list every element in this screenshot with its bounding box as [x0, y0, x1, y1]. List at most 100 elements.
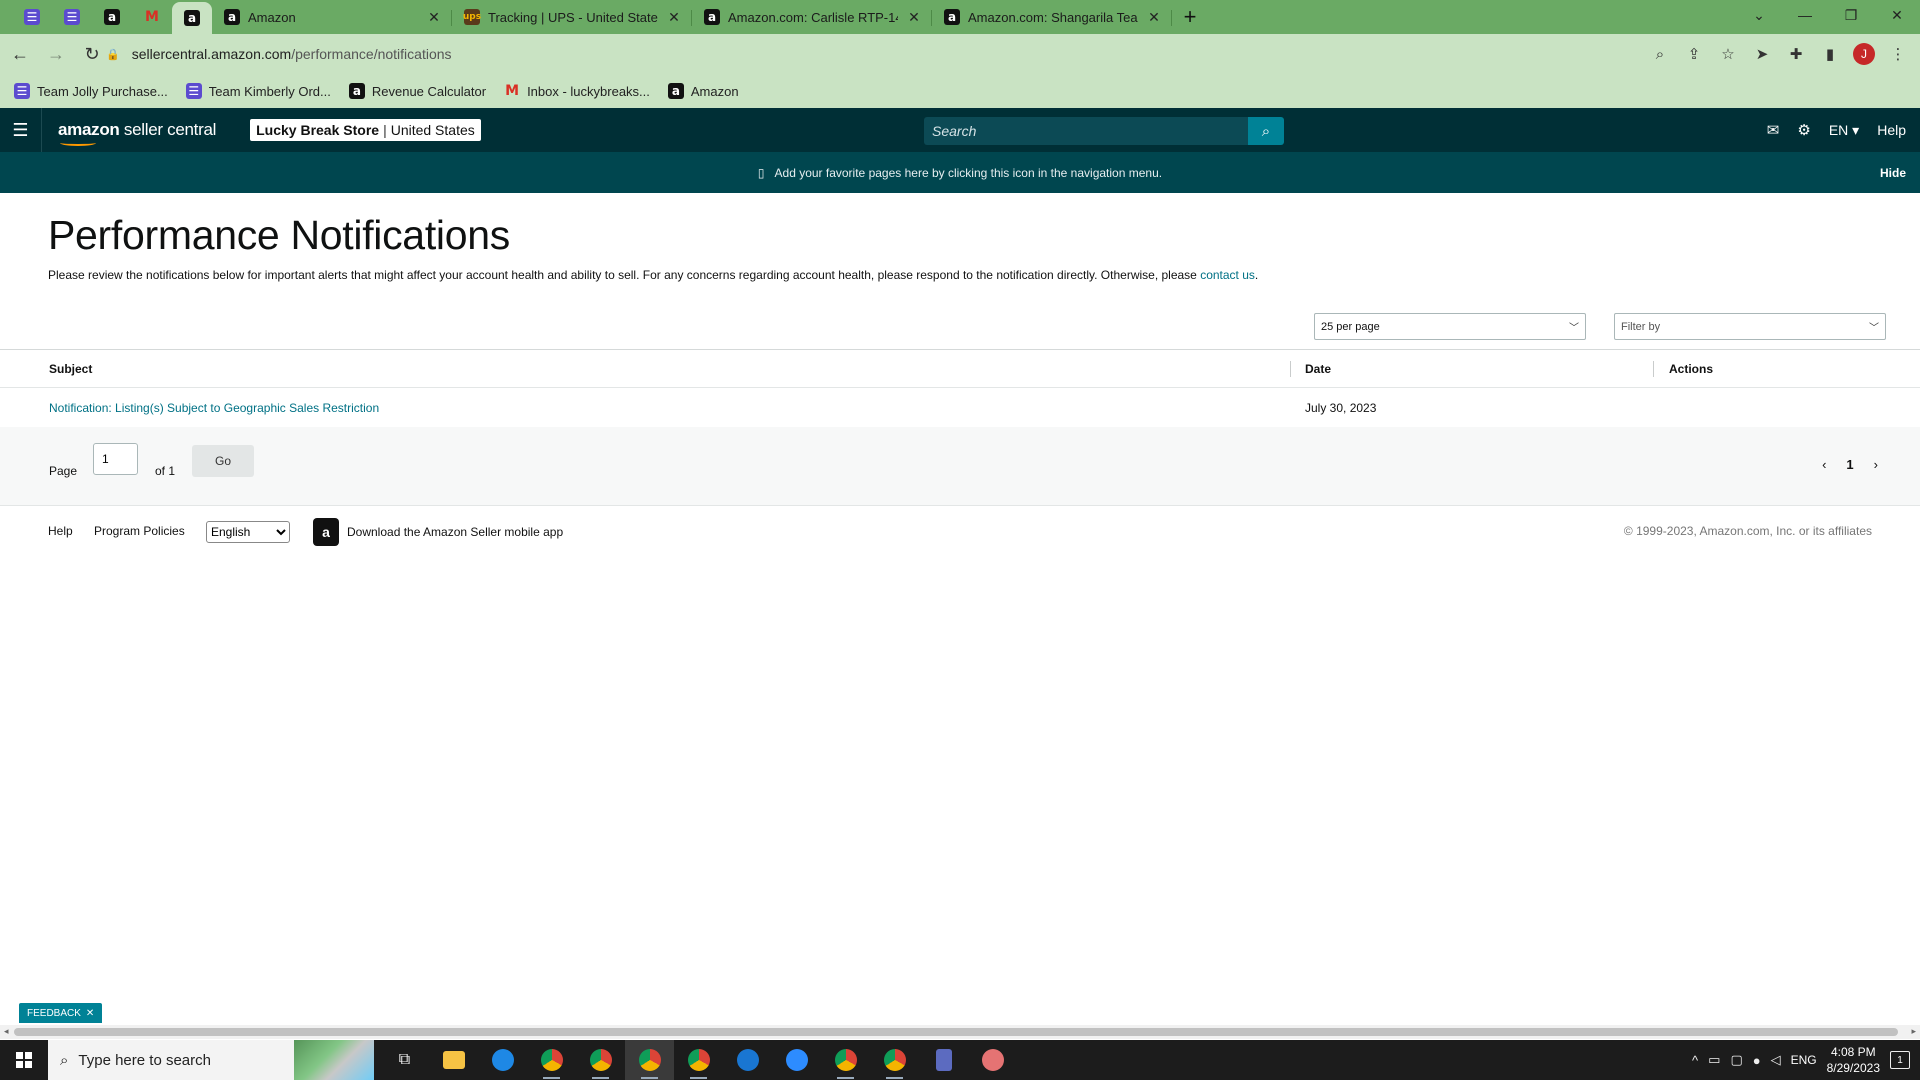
task-view-button[interactable]: ⧉: [380, 1040, 429, 1080]
extension-arrow-icon[interactable]: ➤: [1748, 40, 1776, 68]
page-number-input[interactable]: [93, 443, 138, 475]
profile-button[interactable]: J: [1850, 40, 1878, 68]
bookmark-star-icon[interactable]: ☆: [1714, 40, 1742, 68]
hamburger-menu-icon[interactable]: ☰: [0, 108, 42, 152]
forward-button[interactable]: →: [40, 38, 72, 70]
chevron-right-icon[interactable]: ›: [1874, 457, 1878, 472]
feedback-button[interactable]: FEEDBACK ✕: [19, 1003, 103, 1023]
search-icon: ⌕: [1261, 122, 1271, 140]
page-title: Performance Notifications: [48, 212, 510, 258]
footer-help-link[interactable]: Help: [48, 524, 73, 538]
contact-us-link[interactable]: contact us: [1200, 268, 1255, 282]
chrome-profile-4-button[interactable]: [674, 1040, 723, 1080]
program-policies-link[interactable]: Program Policies: [94, 524, 185, 538]
pinned-tab-amazon-active[interactable]: a: [172, 2, 212, 34]
tab-search-icon[interactable]: ⌄: [1736, 0, 1782, 30]
close-icon[interactable]: ✕: [666, 9, 682, 26]
new-tab-button[interactable]: +: [1172, 0, 1208, 34]
store-switcher[interactable]: Lucky Break Store | United States: [250, 119, 481, 141]
back-button[interactable]: ←: [4, 38, 36, 70]
scroll-right-arrow-icon[interactable]: ▸: [1911, 1026, 1916, 1037]
extensions-puzzle-icon[interactable]: ✚: [1782, 40, 1810, 68]
filter-by-select[interactable]: Filter by ﹀: [1614, 313, 1886, 340]
notification-center-icon[interactable]: 1: [1890, 1051, 1910, 1069]
edge-button[interactable]: [478, 1040, 527, 1080]
calculator-button[interactable]: [919, 1040, 968, 1080]
meet-now-icon[interactable]: ▢: [1730, 1052, 1742, 1068]
per-page-select[interactable]: 25 per page ﹀: [1314, 313, 1586, 340]
close-icon[interactable]: ✕: [86, 1008, 94, 1019]
close-icon[interactable]: ✕: [906, 9, 922, 26]
scrollbar-thumb[interactable]: [14, 1028, 1898, 1036]
clock[interactable]: 4:08 PM 8/29/2023: [1827, 1044, 1880, 1076]
bookmark-revenue-calculator[interactable]: a Revenue Calculator: [348, 83, 486, 99]
pinned-tab-amazon[interactable]: a: [92, 0, 132, 34]
minimize-button[interactable]: —: [1782, 0, 1828, 30]
pinned-tab-list-1[interactable]: ☰: [12, 0, 52, 34]
restore-button[interactable]: ❐: [1828, 0, 1874, 30]
language-dropdown[interactable]: EN ▾: [1829, 122, 1859, 139]
column-header-date[interactable]: Date: [1305, 362, 1331, 376]
microphone-icon[interactable]: ●: [1753, 1053, 1761, 1068]
amazon-icon: a: [348, 83, 365, 99]
address-bar[interactable]: 🔒 sellercentral.amazon.com/performance/n…: [106, 38, 1666, 70]
pinned-tabs: ☰ ☰ a M a: [0, 0, 212, 34]
mail-icon[interactable]: ✉: [1767, 121, 1780, 139]
bookmark-inbox[interactable]: M Inbox - luckybreaks...: [504, 83, 650, 99]
kebab-menu-icon[interactable]: ⋮: [1884, 40, 1912, 68]
volume-icon[interactable]: ◁: [1771, 1052, 1781, 1068]
go-button[interactable]: Go: [192, 445, 254, 477]
download-app-link[interactable]: a Download the Amazon Seller mobile app: [313, 518, 563, 546]
tab-amazon[interactable]: a Amazon ✕: [212, 0, 452, 34]
current-page-number[interactable]: 1: [1846, 457, 1853, 472]
zoom-app-button[interactable]: [772, 1040, 821, 1080]
notification-subject-link[interactable]: Notification: Listing(s) Subject to Geog…: [49, 401, 379, 415]
column-header-subject[interactable]: Subject: [49, 362, 92, 376]
close-window-button[interactable]: ✕: [1874, 0, 1920, 30]
input-language[interactable]: ENG: [1791, 1053, 1817, 1067]
hide-banner-button[interactable]: Hide: [1880, 166, 1906, 180]
file-explorer-button[interactable]: [429, 1040, 478, 1080]
start-button[interactable]: [0, 1040, 48, 1080]
lock-icon[interactable]: 🔒: [106, 48, 120, 61]
side-panel-icon[interactable]: ▮: [1816, 40, 1844, 68]
horizontal-scrollbar[interactable]: ◂ ▸: [0, 1025, 1920, 1039]
search-button[interactable]: ⌕: [1248, 117, 1284, 145]
pinned-tab-gmail[interactable]: M: [132, 0, 172, 34]
bookmark-label: Inbox - luckybreaks...: [527, 83, 650, 99]
avatar: J: [1853, 43, 1875, 65]
taskbar-apps: ⧉: [380, 1040, 1017, 1080]
zoom-icon[interactable]: ⌕: [1646, 40, 1674, 68]
bookmark-team-kimberly[interactable]: ☰ Team Kimberly Ord...: [185, 83, 331, 99]
pinned-tab-list-2[interactable]: ☰: [52, 0, 92, 34]
tab-ups-tracking[interactable]: ups Tracking | UPS - United States ✕: [452, 0, 692, 34]
search-input[interactable]: [924, 117, 1248, 145]
tab-amazon-carlisle[interactable]: a Amazon.com: Carlisle RTP-14 Ca ✕: [692, 0, 932, 34]
folder-icon: [442, 1051, 465, 1069]
chevron-up-icon[interactable]: ^: [1692, 1053, 1698, 1068]
snipping-tool-button[interactable]: [968, 1040, 1017, 1080]
help-link[interactable]: Help: [1877, 122, 1906, 138]
taskbar-search-box[interactable]: ⌕ Type here to search: [48, 1040, 374, 1080]
zoom-icon: [785, 1049, 808, 1071]
tab-amazon-shangarila[interactable]: a Amazon.com: Shangarila Teaspo ✕: [932, 0, 1172, 34]
app-blue-button[interactable]: [723, 1040, 772, 1080]
close-icon[interactable]: ✕: [1146, 9, 1162, 26]
chrome-profile-1-button[interactable]: [527, 1040, 576, 1080]
share-icon[interactable]: ⇪: [1680, 40, 1708, 68]
network-icon[interactable]: ▭: [1708, 1052, 1720, 1068]
chrome-profile-6-button[interactable]: [870, 1040, 919, 1080]
footer-language-select[interactable]: English: [206, 521, 290, 543]
chrome-profile-2-button[interactable]: [576, 1040, 625, 1080]
bookmark-team-jolly[interactable]: ☰ Team Jolly Purchase...: [14, 83, 168, 99]
seller-central-logo[interactable]: amazon seller central: [58, 120, 216, 146]
scroll-left-arrow-icon[interactable]: ◂: [4, 1026, 9, 1037]
close-icon[interactable]: ✕: [426, 9, 442, 26]
chrome-profile-5-button[interactable]: [821, 1040, 870, 1080]
bookmark-amazon[interactable]: a Amazon: [667, 83, 739, 99]
chrome-profile-3-button[interactable]: [625, 1040, 674, 1080]
reload-button[interactable]: ↻: [76, 38, 108, 70]
gear-icon[interactable]: ⚙: [1797, 121, 1810, 139]
chevron-left-icon[interactable]: ‹: [1822, 457, 1826, 472]
column-header-actions: Actions: [1669, 361, 1714, 376]
